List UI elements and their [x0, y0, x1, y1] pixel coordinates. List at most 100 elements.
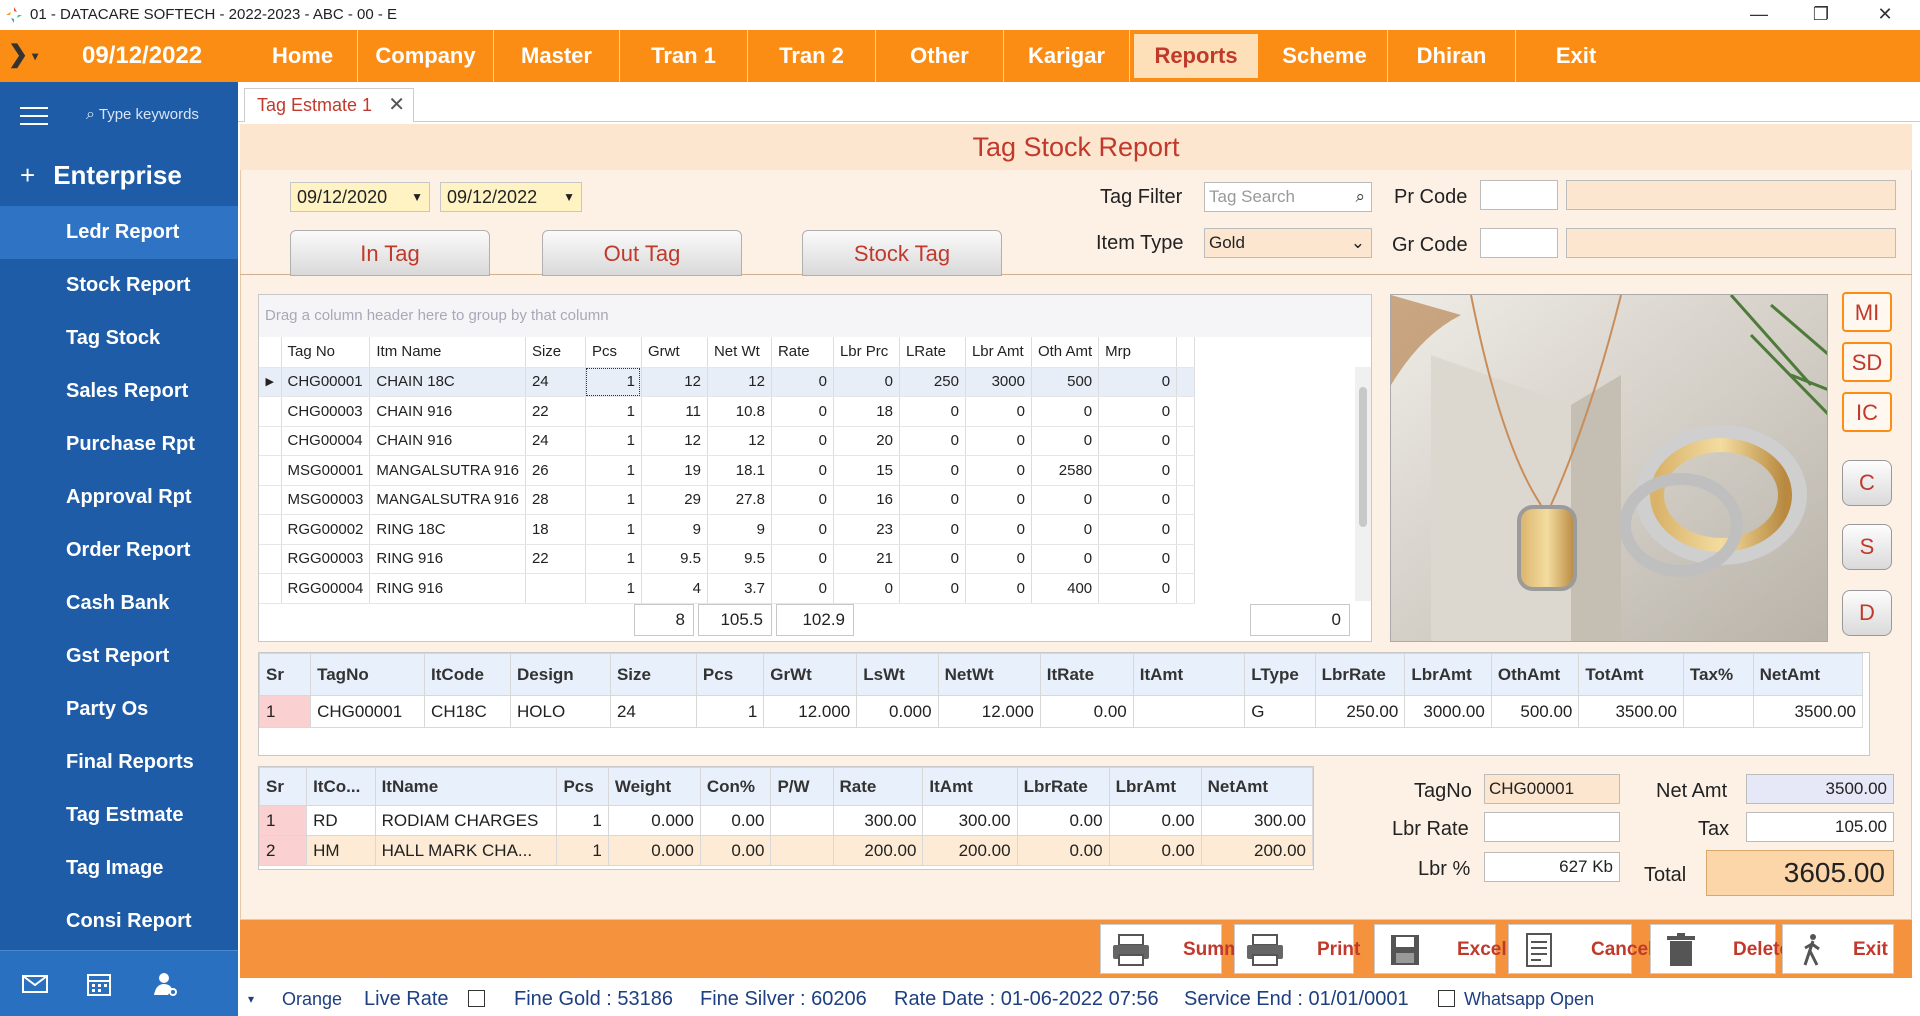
table-cell[interactable]: 22: [525, 544, 586, 574]
table-cell[interactable]: 3500.00: [1752, 695, 1864, 728]
sidebar-item-purchase-rpt[interactable]: Purchase Rpt: [0, 418, 238, 471]
minimize-button[interactable]: —: [1736, 0, 1782, 30]
sidebar-search[interactable]: ⌕ Type keywords: [86, 106, 199, 124]
table-cell[interactable]: 12: [707, 426, 772, 456]
column-header[interactable]: NetWt: [937, 653, 1041, 696]
table-cell[interactable]: 300.00: [832, 805, 924, 836]
table-cell[interactable]: 0: [1098, 544, 1178, 574]
column-header[interactable]: Pcs: [585, 337, 642, 368]
table-row[interactable]: 1 RD RODIAM CHARGES 1 0.000 0.00 300.00 300.00 0…: [258, 805, 1314, 836]
table-cell[interactable]: 12: [641, 426, 708, 456]
table-cell[interactable]: 500.00: [1490, 695, 1580, 728]
table-cell[interactable]: HM: [306, 835, 376, 866]
grid-scrollbar[interactable]: [1355, 367, 1371, 601]
column-header[interactable]: Net Wt: [707, 337, 772, 368]
table-cell[interactable]: 4: [641, 573, 708, 604]
column-header[interactable]: Itm Name: [369, 337, 526, 368]
in-tag-button[interactable]: In Tag: [290, 230, 490, 276]
stock-tag-button[interactable]: Stock Tag: [802, 230, 1002, 276]
table-cell[interactable]: 1: [585, 367, 642, 397]
sidebar-item-tag-image[interactable]: Tag Image: [0, 842, 238, 895]
close-window-button[interactable]: ✕: [1862, 0, 1908, 30]
excel-button[interactable]: Excel: [1374, 924, 1507, 974]
table-cell[interactable]: RGG00002: [281, 514, 371, 545]
sidebar-item-ledr-report[interactable]: Ledr Report: [0, 206, 238, 259]
table-cell[interactable]: 1: [258, 805, 308, 836]
table-cell[interactable]: 0: [771, 396, 834, 427]
table-cell[interactable]: 0: [899, 426, 966, 456]
sidebar-item-final-reports[interactable]: Final Reports: [0, 736, 238, 789]
mail-icon[interactable]: [20, 971, 50, 997]
table-cell[interactable]: 0: [965, 485, 1032, 515]
table-cell[interactable]: CH18C: [424, 695, 512, 728]
sidebar-item-tag-estmate[interactable]: Tag Estmate: [0, 789, 238, 842]
table-cell[interactable]: 24: [525, 426, 586, 456]
menu-scheme[interactable]: Scheme: [1262, 30, 1388, 82]
table-cell[interactable]: 24: [525, 367, 586, 397]
table-cell[interactable]: CHAIN 916: [369, 426, 526, 456]
lbr-pct-field[interactable]: 627 Kb: [1484, 852, 1620, 882]
column-header[interactable]: TagNo: [310, 653, 426, 696]
table-cell[interactable]: 500: [1031, 367, 1100, 397]
table-cell[interactable]: 1: [695, 695, 765, 728]
sidebar-item-consi-report[interactable]: Consi Report: [0, 895, 238, 948]
table-cell[interactable]: 0.00: [1108, 835, 1202, 866]
table-cell[interactable]: G: [1244, 695, 1316, 728]
column-header[interactable]: ItCode: [424, 653, 512, 696]
column-header[interactable]: TotAmt: [1578, 653, 1684, 696]
table-cell[interactable]: 1: [258, 695, 312, 728]
table-cell[interactable]: 0: [1098, 514, 1178, 545]
table-cell[interactable]: 3000: [965, 367, 1032, 397]
table-cell[interactable]: 0: [899, 514, 966, 545]
table-cell[interactable]: 0: [899, 455, 966, 486]
sidebar-item-party-os[interactable]: Party Os: [0, 683, 238, 736]
table-cell[interactable]: 12: [707, 367, 772, 397]
table-cell[interactable]: 0: [899, 573, 966, 604]
table-cell[interactable]: 0: [965, 426, 1032, 456]
table-cell[interactable]: 0.00: [699, 835, 772, 866]
sidebar-item-order-report[interactable]: Order Report: [0, 524, 238, 577]
table-cell[interactable]: 0: [771, 573, 834, 604]
table-cell[interactable]: 3000.00: [1404, 695, 1492, 728]
table-cell[interactable]: 0.00: [1016, 805, 1110, 836]
cancel-button[interactable]: Cancel: [1508, 924, 1653, 974]
restore-button[interactable]: ❐: [1798, 0, 1844, 30]
table-cell[interactable]: 19: [641, 455, 708, 486]
sidebar-item-cash-bank[interactable]: Cash Bank: [0, 577, 238, 630]
table-row[interactable]: CHG00003 CHAIN 916 22 1 11 10.8 0 18 0 0 0 0: [259, 396, 1196, 427]
table-cell[interactable]: MSG00003: [281, 485, 371, 515]
table-cell[interactable]: 0: [965, 396, 1032, 427]
table-cell[interactable]: 0: [771, 514, 834, 545]
table-cell[interactable]: 1: [585, 396, 642, 427]
table-cell[interactable]: RGG00003: [281, 544, 371, 574]
column-header[interactable]: Weight: [607, 767, 701, 806]
column-header[interactable]: ItName: [374, 767, 558, 806]
table-cell[interactable]: RING 18C: [369, 514, 526, 545]
table-cell[interactable]: 0: [833, 573, 900, 604]
table-cell[interactable]: 0: [771, 544, 834, 574]
table-cell[interactable]: 1: [585, 455, 642, 486]
table-cell[interactable]: 12.000: [763, 695, 858, 728]
column-header[interactable]: P/W: [770, 767, 834, 806]
print-button[interactable]: Print: [1234, 924, 1360, 974]
table-cell[interactable]: 1: [556, 805, 609, 836]
table-cell[interactable]: 0: [1098, 455, 1178, 486]
table-cell[interactable]: 1: [556, 835, 609, 866]
table-cell[interactable]: 0: [771, 426, 834, 456]
column-header[interactable]: ItRate: [1039, 653, 1134, 696]
pr-code-input[interactable]: [1480, 180, 1558, 210]
table-row[interactable]: RGG00004 RING 916 1 4 3.7 0 0 0 0 400 0: [259, 573, 1196, 604]
total-field[interactable]: 3605.00: [1706, 850, 1894, 896]
gr-code-name-field[interactable]: [1566, 228, 1896, 258]
gr-code-input[interactable]: [1480, 228, 1558, 258]
table-cell[interactable]: 18: [525, 514, 586, 545]
column-header[interactable]: NetAmt: [1752, 653, 1864, 696]
table-cell[interactable]: 1: [585, 573, 642, 604]
column-header[interactable]: OthAmt: [1490, 653, 1580, 696]
ic-button[interactable]: IC: [1842, 392, 1892, 432]
column-header[interactable]: Design: [510, 653, 611, 696]
table-cell[interactable]: 0: [965, 514, 1032, 545]
table-cell[interactable]: 18: [833, 396, 900, 427]
table-cell[interactable]: RGG00004: [281, 573, 371, 604]
table-cell[interactable]: [1132, 695, 1246, 728]
